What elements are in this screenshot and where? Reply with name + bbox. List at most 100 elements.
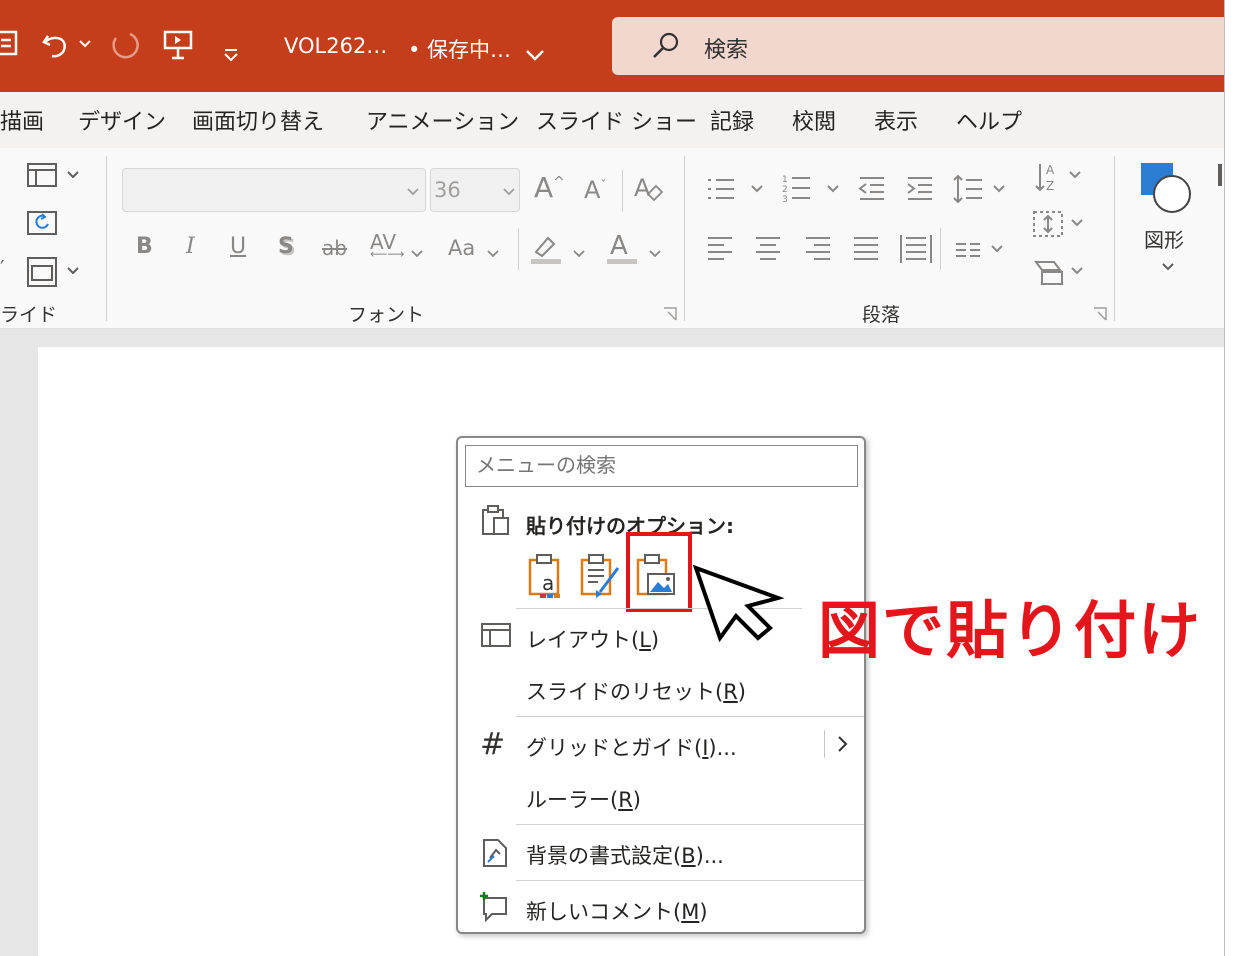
svg-text:1: 1 [782,175,788,185]
character-spacing-icon[interactable]: AV ⟵⟶ [370,232,404,260]
text-direction-icon[interactable]: AZ [1032,160,1088,198]
menu-item-reset-slide[interactable]: スライドのリセット(R) [526,676,746,706]
align-center-icon[interactable] [752,234,784,268]
svg-text:A: A [634,174,651,202]
tab-animations[interactable]: アニメーション [366,104,519,136]
font-color-dropdown-icon[interactable] [648,244,662,263]
justify-icon[interactable] [850,234,882,268]
menu-item-label: 新しいコメント( [526,900,682,924]
menu-separator [516,716,864,717]
italic-icon[interactable]: I [186,236,195,258]
columns-icon[interactable] [952,238,1008,266]
shapes-dropdown-icon[interactable] [1160,258,1176,277]
menu-item-suffix: ) [632,788,641,812]
ribbon-separator [518,228,519,270]
menu-item-suffix: ) [650,628,660,652]
line-spacing-icon[interactable] [952,172,1012,210]
menu-item-suffix: ) [699,900,708,924]
menu-item-label: グリッドとガイド( [526,736,703,760]
svg-text:A: A [1046,163,1055,177]
paragraph-dialog-launcher-icon[interactable] [1092,306,1108,326]
tab-review[interactable]: 校閲 [792,104,836,136]
align-left-icon[interactable] [704,234,736,268]
shapes-label[interactable]: 図形 [1144,224,1184,253]
customize-toolbar-icon[interactable] [222,38,240,68]
paragraph-group-label: 段落 [862,304,901,326]
increase-indent-icon[interactable] [904,174,936,208]
tab-transitions[interactable]: 画面切り替え [192,104,324,136]
tab-help[interactable]: ヘルプ [956,104,1022,136]
shrink-font-button[interactable]: Aˇ [584,178,606,202]
grid-icon: # [480,727,506,762]
align-text-icon[interactable] [1032,208,1088,244]
menu-item-accelerator: M [681,900,700,924]
slides-group-label: ライド [0,304,58,326]
spacing-dropdown-icon[interactable] [410,244,424,263]
paste-keep-source-formatting-icon[interactable] [578,552,624,606]
smartart-convert-icon[interactable] [1032,256,1088,292]
font-size-value: 36 [434,178,461,202]
menu-item-ruler[interactable]: ルーラー(R) [526,784,641,814]
strikethrough-icon[interactable]: ab [322,238,347,258]
menu-item-label: スライドのリセット( [526,680,724,704]
grow-font-button[interactable]: A^ [534,174,565,202]
shadow-icon[interactable]: S [278,236,294,258]
menu-item-suffix: ) [737,680,746,704]
autosave-icon[interactable] [0,28,20,64]
tab-design[interactable]: デザイン [78,104,166,136]
undo-dropdown-icon[interactable] [78,38,92,52]
redo-icon[interactable] [108,30,142,68]
font-name-dropdown-icon[interactable] [406,182,420,201]
layout-menu-icon [480,622,512,654]
font-group-label: フォント [348,304,425,326]
new-comment-icon [478,890,512,928]
highlight-dropdown-icon[interactable] [572,244,586,263]
tab-slideshow[interactable]: スライド ショー [536,104,697,136]
layout-icon[interactable] [26,162,82,194]
chevron-down-icon[interactable] [524,38,546,68]
menu-item-label: レイアウト( [526,628,640,652]
menu-search-input[interactable] [465,445,858,487]
menu-item-new-comment[interactable]: 新しいコメント(M) [526,896,708,926]
font-color-icon[interactable]: A [604,230,640,270]
tab-view[interactable]: 表示 [874,104,918,136]
decrease-indent-icon[interactable] [856,174,888,208]
menu-item-format-background[interactable]: 背景の書式設定(B)... [526,840,724,870]
section-icon[interactable] [26,256,82,292]
highlight-icon[interactable] [528,230,564,270]
ribbon-separator [622,170,623,212]
numbering-icon[interactable]: 123 [780,172,844,210]
shapes-icon[interactable] [1138,160,1196,222]
font-name-combobox[interactable] [122,168,426,212]
align-right-icon[interactable] [802,234,834,268]
menu-item-accelerator: R [723,680,738,704]
bullets-icon[interactable] [704,174,768,208]
reset-slide-icon[interactable] [26,208,58,242]
bold-icon[interactable]: B [136,236,153,258]
file-name[interactable]: VOL262… [284,34,387,58]
save-status[interactable]: • 保存中… [408,34,511,64]
change-case-icon[interactable]: Aa [448,238,475,259]
paste-use-destination-theme-icon[interactable]: a [526,552,570,606]
ribbon-separator [684,156,685,321]
font-dialog-launcher-icon[interactable] [662,306,678,326]
menu-item-suffix: )... [708,736,737,760]
tab-draw[interactable]: 描画 [0,104,44,136]
svg-text:2: 2 [782,185,788,195]
menu-item-label: ルーラー( [526,788,619,812]
start-presentation-icon[interactable] [162,28,194,68]
clear-formatting-icon[interactable]: A [632,172,664,210]
tab-record[interactable]: 記録 [710,104,754,136]
svg-text:A: A [610,231,628,261]
undo-icon[interactable] [40,30,76,66]
distributed-icon[interactable] [898,232,934,270]
ribbon-separator [940,228,941,270]
case-dropdown-icon[interactable] [486,244,500,263]
underline-icon[interactable]: U [230,236,246,258]
menu-item-layout[interactable]: レイアウト(L) [526,624,659,654]
annotation-callout: 図で貼り付け [818,594,1203,667]
svg-text:a: a [542,571,554,595]
chevron-right-icon[interactable] [836,734,850,758]
font-size-dropdown-icon[interactable] [502,182,516,201]
menu-item-grid-guides[interactable]: グリッドとガイド(I)... [526,732,737,762]
